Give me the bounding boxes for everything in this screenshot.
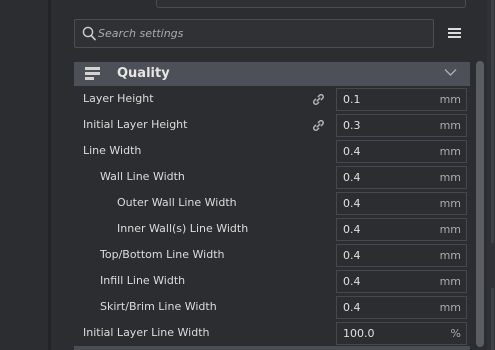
setting-row-infill-line-width: Infill Line Width 0.4 mm <box>74 269 470 295</box>
setting-label: Wall Line Width <box>100 170 185 183</box>
setting-unit: mm <box>439 223 461 236</box>
settings-panel: Quality Layer Height 0.1 mm Initial Laye… <box>0 0 495 350</box>
setting-value: 0.4 <box>343 171 361 184</box>
setting-value: 0.4 <box>343 145 361 158</box>
setting-value: 0.4 <box>343 197 361 210</box>
profile-selector[interactable] <box>156 0 466 8</box>
search-icon <box>82 26 96 41</box>
setting-label: Layer Height <box>83 92 154 105</box>
setting-value: 0.4 <box>343 275 361 288</box>
setting-label: Inner Wall(s) Line Width <box>117 222 249 235</box>
setting-unit: mm <box>439 171 461 184</box>
setting-label: Outer Wall Line Width <box>117 196 237 209</box>
setting-label: Top/Bottom Line Width <box>100 248 225 261</box>
outer-scrollbar-lower <box>491 288 494 350</box>
setting-field-layer-height[interactable]: 0.1 mm <box>336 88 467 111</box>
setting-unit: mm <box>439 197 461 210</box>
setting-row-wall-line-width: Wall Line Width 0.4 mm <box>74 165 470 191</box>
setting-label: Infill Line Width <box>100 274 186 287</box>
link-icon[interactable] <box>312 119 325 132</box>
setting-unit: mm <box>439 249 461 262</box>
setting-field-line-width[interactable]: 0.4 mm <box>336 140 467 163</box>
setting-label: Line Width <box>83 144 142 157</box>
chevron-down-icon[interactable] <box>444 68 457 77</box>
search-box[interactable] <box>74 19 434 48</box>
setting-row-initial-layer-line-width: Initial Layer Line Width 100.0 % <box>74 321 470 347</box>
quality-layers-icon <box>85 66 101 82</box>
setting-value: 0.4 <box>343 249 361 262</box>
setting-row-initial-layer-height: Initial Layer Height 0.3 mm <box>74 113 470 139</box>
hamburger-menu-icon[interactable] <box>448 28 461 39</box>
left-toolbar-strip <box>0 0 48 350</box>
settings-list: Quality Layer Height 0.1 mm Initial Laye… <box>74 60 470 350</box>
setting-unit: mm <box>439 119 461 132</box>
setting-unit: % <box>450 327 461 340</box>
setting-field-top-bottom-line-width[interactable]: 0.4 mm <box>336 244 467 267</box>
setting-field-initial-layer-height[interactable]: 0.3 mm <box>336 114 467 137</box>
setting-field-initial-layer-line-width[interactable]: 100.0 % <box>336 322 467 345</box>
setting-value: 100.0 <box>343 327 375 340</box>
setting-field-inner-wall-line-width[interactable]: 0.4 mm <box>336 218 467 241</box>
setting-row-inner-wall-line-width: Inner Wall(s) Line Width 0.4 mm <box>74 217 470 243</box>
setting-value: 0.4 <box>343 301 361 314</box>
category-header-quality[interactable]: Quality <box>74 62 470 86</box>
setting-row-skirt-brim-line-width: Skirt/Brim Line Width 0.4 mm <box>74 295 470 321</box>
setting-unit: mm <box>439 145 461 158</box>
setting-label: Initial Layer Height <box>83 118 188 131</box>
setting-field-skirt-brim-line-width[interactable]: 0.4 mm <box>336 296 467 319</box>
panel-divider <box>48 0 51 350</box>
link-icon[interactable] <box>312 93 325 106</box>
setting-row-outer-wall-line-width: Outer Wall Line Width 0.4 mm <box>74 191 470 217</box>
search-input[interactable] <box>98 23 418 44</box>
outer-scrollbar[interactable] <box>491 0 494 243</box>
setting-row-top-bottom-line-width: Top/Bottom Line Width 0.4 mm <box>74 243 470 269</box>
setting-field-wall-line-width[interactable]: 0.4 mm <box>336 166 467 189</box>
setting-field-infill-line-width[interactable]: 0.4 mm <box>336 270 467 293</box>
setting-field-outer-wall-line-width[interactable]: 0.4 mm <box>336 192 467 215</box>
scrollbar-thumb[interactable] <box>476 61 484 347</box>
list-bottom-divider <box>74 346 470 350</box>
setting-label: Initial Layer Line Width <box>83 326 210 339</box>
setting-value: 0.1 <box>343 93 361 106</box>
setting-value: 0.4 <box>343 223 361 236</box>
setting-row-layer-height: Layer Height 0.1 mm <box>74 87 470 113</box>
setting-row-line-width: Line Width 0.4 mm <box>74 139 470 165</box>
setting-unit: mm <box>439 301 461 314</box>
category-title: Quality <box>117 66 170 81</box>
setting-value: 0.3 <box>343 119 361 132</box>
setting-unit: mm <box>439 93 461 106</box>
setting-unit: mm <box>439 275 461 288</box>
setting-label: Skirt/Brim Line Width <box>100 300 217 313</box>
